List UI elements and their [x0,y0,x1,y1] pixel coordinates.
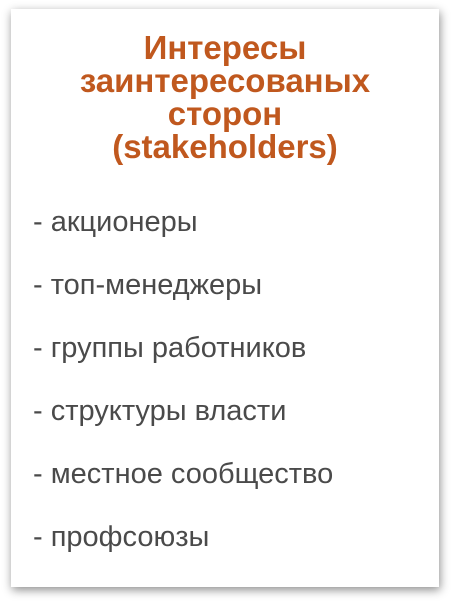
list-item: - группы работников [33,332,307,364]
title-line: (stakeholders) [112,128,338,165]
title-line: заинтересованых [79,62,371,99]
list-item: - структуры власти [33,395,287,427]
slide-card: Интересы заинтересованых сторон (stakeho… [11,9,439,587]
list-item: - топ-менеджеры [33,269,263,301]
list-item: - акционеры [33,206,198,238]
title-line: Интересы [143,29,307,66]
slide-title: Интересы заинтересованых сторон (stakeho… [11,31,439,163]
list-item: - профсоюзы [33,521,210,553]
list-item: - местное сообщество [33,458,334,490]
stakeholder-list: - акционеры - топ-менеджеры - группы раб… [33,191,333,569]
title-line: сторон [167,95,283,132]
